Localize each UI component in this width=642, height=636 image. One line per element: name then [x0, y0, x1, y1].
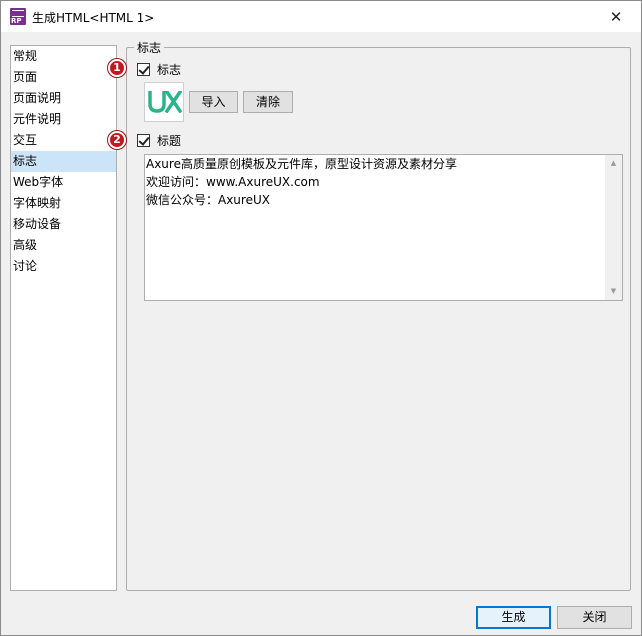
title-checkbox-label[interactable]: 标题 — [157, 132, 181, 149]
sidebar-item-widget-notes[interactable]: 元件说明 — [11, 109, 116, 130]
step-badge-1: 1 — [108, 59, 126, 77]
app-icon-text: RP — [11, 17, 22, 25]
scroll-up-arrow-icon[interactable]: ▲ — [605, 155, 622, 172]
title-checkbox[interactable] — [137, 134, 150, 147]
logo-settings-panel — [126, 47, 631, 591]
close-button[interactable]: 关闭 — [557, 606, 632, 629]
sidebar-item-discussion[interactable]: 讨论 — [11, 256, 116, 277]
ux-logo-icon — [148, 91, 182, 113]
sidebar-item-font-mappings[interactable]: 字体映射 — [11, 193, 116, 214]
title-textarea[interactable]: Axure高质量原创模板及元件库，原型设计资源及素材分享 欢迎访问：www.Ax… — [144, 154, 623, 301]
textarea-scrollbar[interactable]: ▲ ▼ — [605, 155, 622, 300]
scroll-down-arrow-icon[interactable]: ▼ — [605, 283, 622, 300]
axure-rp-app-icon: RP — [10, 8, 26, 25]
logo-preview — [144, 82, 184, 122]
title-bar: RP 生成HTML<HTML 1> ✕ — [1, 1, 641, 32]
sidebar-item-mobile[interactable]: 移动设备 — [11, 214, 116, 235]
logo-checkbox[interactable] — [137, 63, 150, 76]
sidebar-item-advanced[interactable]: 高级 — [11, 235, 116, 256]
step-badge-2: 2 — [108, 131, 126, 149]
generate-button[interactable]: 生成 — [476, 606, 551, 629]
logo-checkbox-label[interactable]: 标志 — [157, 61, 181, 78]
sidebar-item-interactions[interactable]: 交互 — [11, 130, 116, 151]
close-icon[interactable]: ✕ — [601, 6, 631, 28]
clear-button[interactable]: 清除 — [243, 91, 293, 113]
sidebar-item-page-notes[interactable]: 页面说明 — [11, 88, 116, 109]
title-line-3: 微信公众号：AxureUX — [146, 193, 270, 207]
window-title: 生成HTML<HTML 1> — [32, 11, 155, 25]
sidebar-item-web-fonts[interactable]: Web字体 — [11, 172, 116, 193]
settings-nav-list: 常规 页面 页面说明 元件说明 交互 标志 Web字体 字体映射 移动设备 高级… — [10, 45, 117, 591]
title-line-2: 欢迎访问：www.AxureUX.com — [146, 175, 320, 189]
title-line-1: Axure高质量原创模板及元件库，原型设计资源及素材分享 — [146, 157, 457, 171]
sidebar-item-logo[interactable]: 标志 — [11, 151, 116, 172]
import-button[interactable]: 导入 — [189, 91, 238, 113]
sidebar-item-general[interactable]: 常规 — [11, 46, 116, 67]
title-text-content: Axure高质量原创模板及元件库，原型设计资源及素材分享 欢迎访问：www.Ax… — [145, 155, 457, 209]
panel-legend: 标志 — [134, 39, 165, 56]
sidebar-item-pages[interactable]: 页面 — [11, 67, 116, 88]
